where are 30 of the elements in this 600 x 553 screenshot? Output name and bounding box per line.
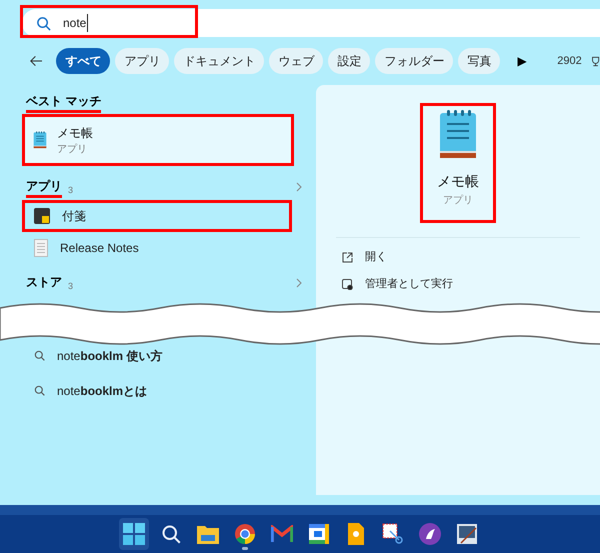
preview-subtitle: アプリ [443, 194, 473, 208]
item-subtitle: アプリ [57, 142, 88, 156]
suggestion-text: notebooklm 使い方 [57, 348, 162, 364]
filter-tab[interactable]: ウェブ [269, 48, 324, 74]
section-heading: ストア [26, 274, 62, 290]
item-title: メモ帳 [57, 124, 93, 142]
search-suggestion[interactable]: notebooklm 使い方 [0, 346, 316, 365]
filter-tab[interactable]: ドキュメント [174, 48, 264, 74]
more-button[interactable]: ▶ [517, 52, 526, 70]
preview-title: メモ帳 [437, 172, 479, 191]
search-suggestion[interactable]: notebooklmとは [0, 381, 316, 400]
item-title: Release Notes [60, 240, 139, 257]
section-count: 3 [68, 184, 74, 197]
filter-tab[interactable]: アプリ [115, 48, 170, 74]
points-count: 2902 [557, 54, 582, 69]
filter-tab[interactable]: 写真 [458, 48, 500, 74]
item-title: 付箋 [62, 208, 86, 225]
section-count: 3 [68, 280, 74, 293]
search-field[interactable]: note [22, 9, 600, 37]
action-button[interactable]: 管理者として実行 [342, 275, 600, 293]
app-result-item[interactable]: Release Notes [24, 234, 292, 262]
filter-tab[interactable]: すべて [56, 48, 110, 74]
filter-tab[interactable]: 設定 [328, 48, 370, 74]
action-button[interactable]: 開く [342, 248, 600, 266]
suggestion-text: notebooklmとは [57, 382, 148, 400]
section-heading: アプリ [26, 176, 62, 198]
search-value: note [63, 14, 88, 32]
section-heading: ベスト マッチ [26, 92, 102, 112]
app-result-item[interactable]: 付箋 [24, 202, 292, 230]
filter-tab[interactable]: フォルダー [375, 48, 454, 74]
